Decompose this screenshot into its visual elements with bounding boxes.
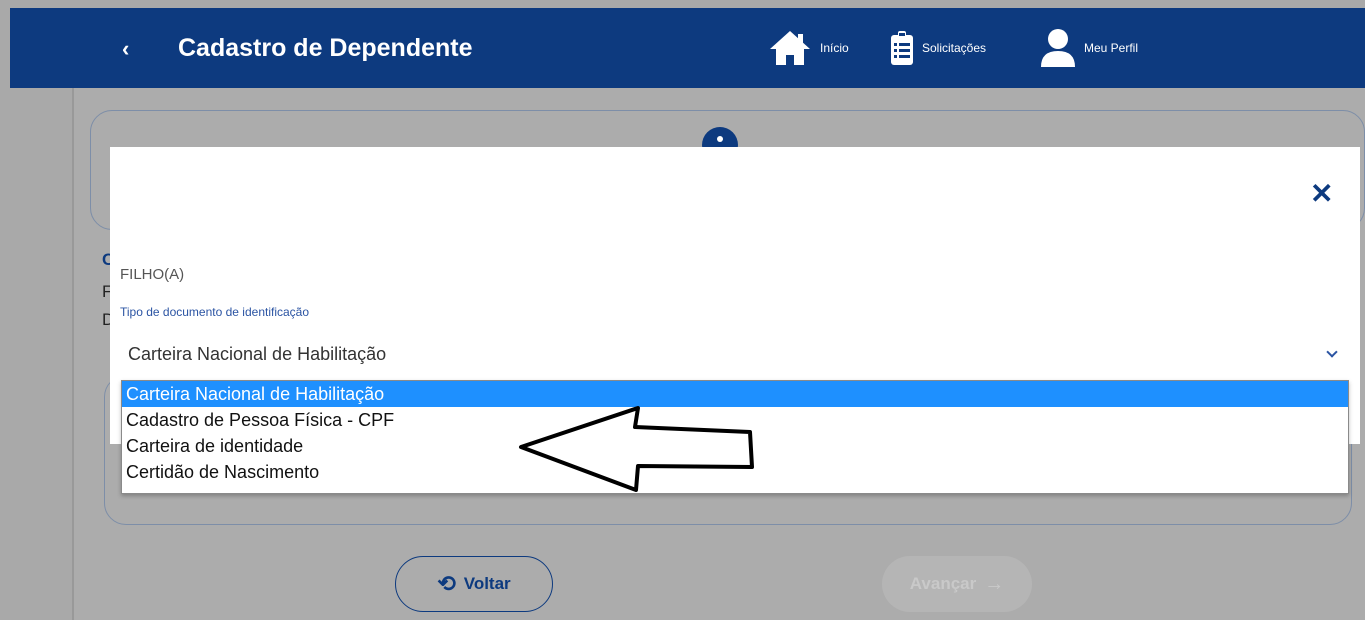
- chevron-down-icon: [1326, 346, 1338, 358]
- clipboard-icon: [891, 31, 913, 65]
- user-icon: [1041, 29, 1075, 67]
- nav-solicitacoes-label: Solicitações: [922, 41, 987, 55]
- option-cnh[interactable]: Carteira Nacional de Habilitação: [122, 381, 1348, 407]
- back-button-label: Voltar: [463, 574, 511, 593]
- home-icon: [770, 31, 810, 65]
- arrow-right-icon: →: [984, 572, 1005, 595]
- back-chevron-icon[interactable]: ‹: [122, 36, 129, 62]
- page-title: Cadastro de Dependente: [178, 34, 473, 62]
- header-bar: ‹ Cadastro de Dependente Início Solicita…: [10, 8, 1365, 88]
- close-icon[interactable]: ✕: [1310, 180, 1333, 208]
- next-button-label: Avançar: [909, 574, 977, 593]
- nav-meu-perfil[interactable]: Meu Perfil: [1040, 8, 1138, 88]
- nav-meu-perfil-label: Meu Perfil: [1084, 41, 1139, 55]
- nav-inicio-label: Início: [820, 41, 849, 55]
- nav-inicio[interactable]: Início: [768, 8, 849, 88]
- next-button[interactable]: Avançar →: [882, 556, 1032, 612]
- dependent-relation: FILHO(A): [120, 266, 185, 283]
- back-button[interactable]: ⟲ Voltar: [395, 556, 553, 612]
- undo-icon: ⟲: [437, 571, 456, 596]
- annotation-arrow-icon: [519, 406, 754, 492]
- document-type-value: Carteira Nacional de Habilitação: [128, 344, 387, 364]
- nav-solicitacoes[interactable]: Solicitações: [890, 8, 986, 88]
- document-type-select[interactable]: Carteira Nacional de Habilitação: [120, 336, 1348, 376]
- document-type-label: Tipo de documento de identificação: [120, 305, 310, 319]
